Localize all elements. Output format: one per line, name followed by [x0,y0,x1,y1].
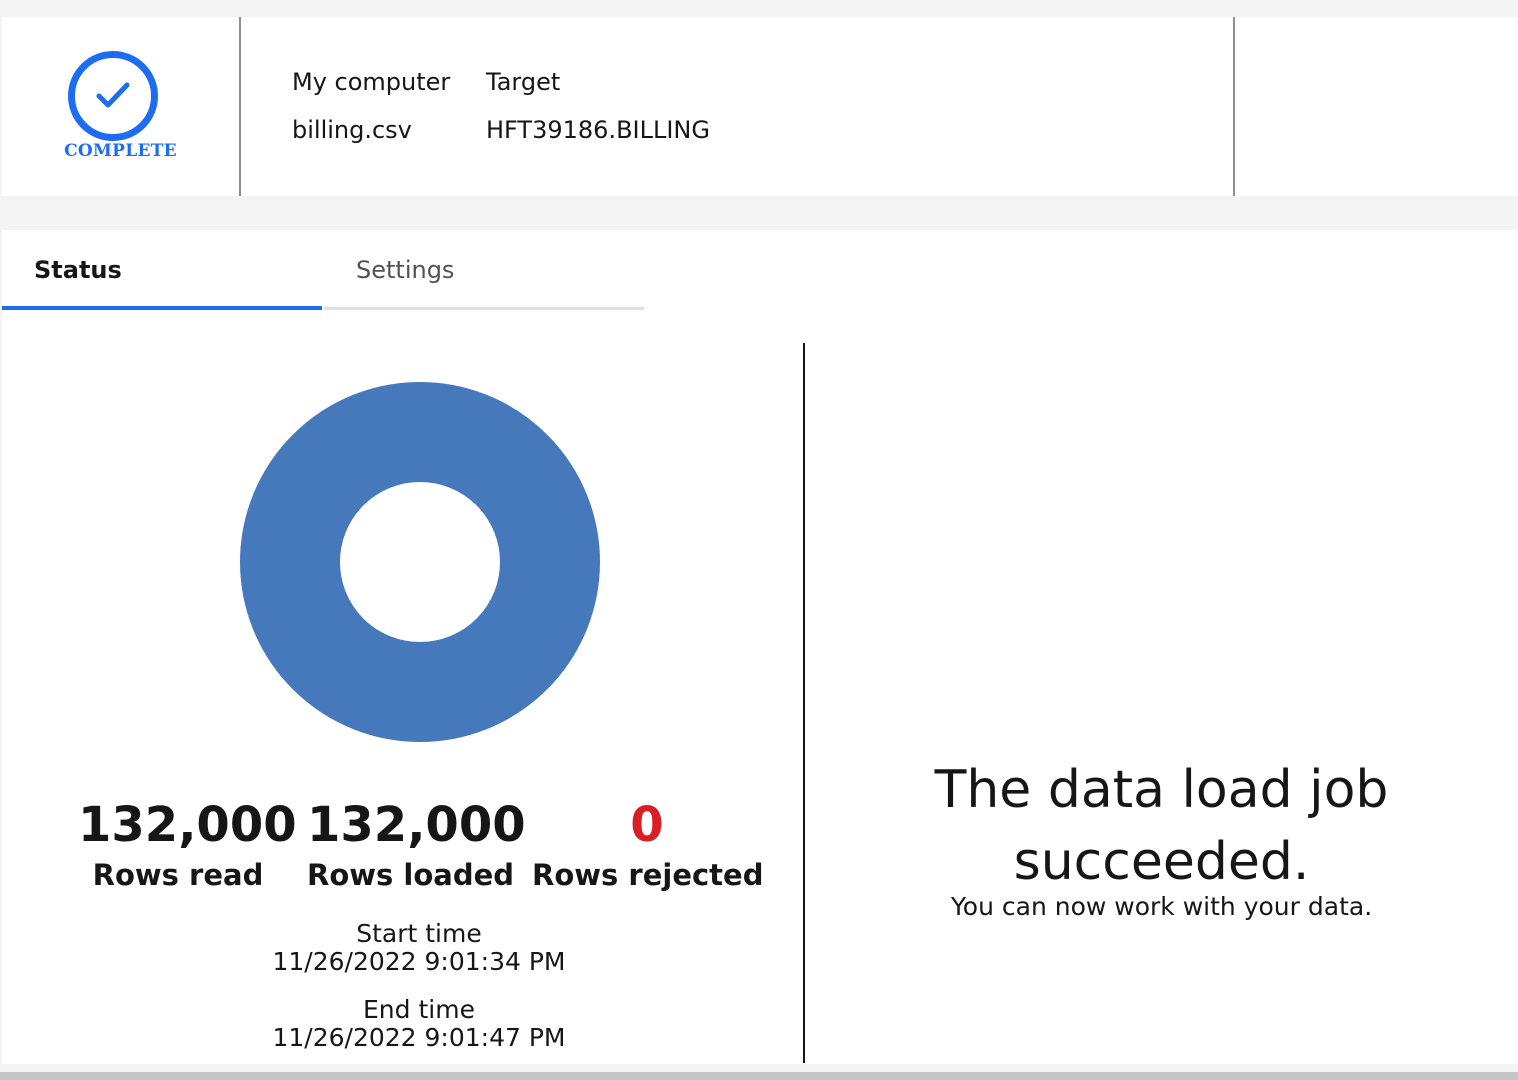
source-file: billing.csv [292,116,412,144]
rows-read-value: 132,000 [78,797,297,853]
source-target-info: My computer Target billing.csv HFT39186.… [292,65,710,147]
tab-status-label: Status [34,256,122,284]
tab-list: Status Settings [2,230,644,310]
scrollbar-thumb[interactable] [0,1072,1518,1080]
end-time: End time 11/26/2022 9:01:47 PM [219,996,619,1052]
target-table: HFT39186.BILLING [486,116,710,144]
divider [803,343,805,1063]
job-times: Start time 11/26/2022 9:01:34 PM End tim… [219,920,619,1072]
divider [1233,17,1235,196]
rows-loaded-donut-chart [240,382,600,742]
stat-rows-read: 132,000 Rows read [78,795,297,895]
end-time-label: End time [363,995,475,1024]
rows-loaded-value: 132,000 [307,797,526,853]
tab-status[interactable]: Status [2,230,322,310]
end-time-value: 11/26/2022 9:01:47 PM [272,1023,566,1052]
start-time: Start time 11/26/2022 9:01:34 PM [219,920,619,976]
rows-rejected-label: Rows rejected [532,858,764,892]
source-heading: My computer [292,68,451,96]
result-subtext: You can now work with your data. [950,892,1373,921]
tab-settings-label: Settings [356,256,455,284]
divider [239,17,241,196]
job-header: COMPLETE My computer Target billing.csv … [2,17,1518,196]
start-time-label: Start time [356,919,482,948]
rows-rejected-value: 0 [630,797,664,853]
result-message: The data load job succeeded. You can now… [805,754,1518,922]
row-statistics: 132,000 Rows read 132,000 Rows loaded 0 … [2,795,802,915]
result-headline: The data load job succeeded. [934,760,1389,892]
start-time-value: 11/26/2022 9:01:34 PM [272,947,566,976]
stat-rows-loaded: 132,000 Rows loaded [307,795,526,895]
complete-checkmark-icon [68,51,158,141]
status-label: COMPLETE [64,141,177,161]
rows-read-label: Rows read [92,858,264,892]
rows-loaded-label: Rows loaded [307,858,515,892]
job-details-panel: Status Settings 132,000 Rows read 132,00… [2,230,1518,1064]
stat-rows-rejected: 0 Rows rejected [532,795,764,895]
target-heading: Target [486,68,561,96]
donut-ring-loaded [240,382,600,742]
horizontal-scrollbar[interactable] [0,1064,1518,1080]
job-status: COMPLETE [2,17,239,196]
tab-settings[interactable]: Settings [324,230,644,310]
